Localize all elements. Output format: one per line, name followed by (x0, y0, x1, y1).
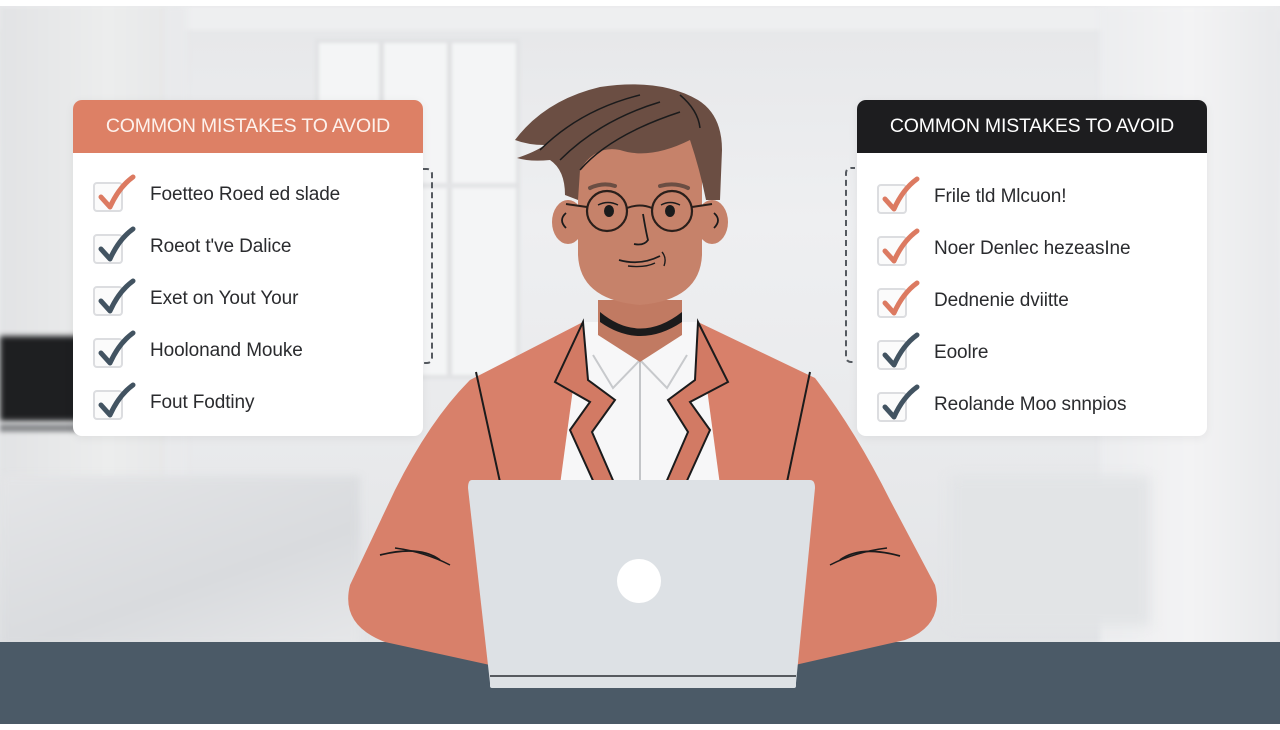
checkbox[interactable] (877, 332, 920, 370)
checklist-item[interactable]: Dednenie dviitte (857, 275, 1207, 327)
checklist-item-label: Dednenie dviitte (934, 290, 1069, 311)
checklist-item-label: Fout Fodtiny (150, 392, 255, 413)
checkmark-icon (882, 384, 920, 420)
checklist-item-label: Exet on Yout Your (150, 288, 299, 309)
checklist-item-label: Roeot t've Dalice (150, 236, 292, 257)
mistakes-card-right: COMMON MISTAKES TO AVOID Frile tld Mlcuo… (857, 100, 1207, 436)
desk (0, 642, 1280, 724)
dashed-bracket-left (423, 168, 433, 364)
checklist-item[interactable]: Reolande Moo snnpios (857, 379, 1207, 431)
background-shelf (0, 336, 80, 421)
background-shelf-edge (0, 424, 80, 432)
checklist-item[interactable]: Roeot t've Dalice (73, 221, 423, 273)
checklist-item-label: Hoolonand Mouke (150, 340, 303, 361)
checklist-item-label: Foetteo Roed ed slade (150, 184, 341, 205)
checkbox[interactable] (93, 382, 136, 420)
checklist-item[interactable]: Eoolre (857, 327, 1207, 379)
background-floor (0, 476, 360, 646)
checkbox[interactable] (877, 228, 920, 266)
checkmark-icon (882, 228, 920, 264)
checklist: Frile tld Mlcuon! Noer Denlec hezeasIne … (857, 153, 1207, 431)
checklist-item[interactable]: Exet on Yout Your (73, 273, 423, 325)
checkbox[interactable] (93, 226, 136, 264)
checklist-item[interactable]: Foetteo Roed ed slade (73, 169, 423, 221)
checkbox[interactable] (877, 384, 920, 422)
checkmark-icon (98, 226, 136, 262)
checkbox[interactable] (93, 174, 136, 212)
checklist: Foetteo Roed ed slade Roeot t've Dalice … (73, 153, 423, 429)
checkmark-icon (882, 176, 920, 212)
checkmark-icon (98, 330, 136, 366)
checkbox[interactable] (93, 330, 136, 368)
mistakes-card-left: COMMON MISTAKES TO AVOID Foetteo Roed ed… (73, 100, 423, 436)
checklist-item[interactable]: Hoolonand Mouke (73, 325, 423, 377)
dashed-bracket-right (845, 167, 855, 363)
checkbox[interactable] (877, 176, 920, 214)
checklist-item[interactable]: Noer Denlec hezeasIne (857, 223, 1207, 275)
checkmark-icon (882, 280, 920, 316)
card-title: COMMON MISTAKES TO AVOID (857, 100, 1207, 153)
checklist-item-label: Frile tld Mlcuon! (934, 186, 1067, 207)
checkmark-icon (98, 382, 136, 418)
checkbox[interactable] (93, 278, 136, 316)
checkmark-icon (98, 174, 136, 210)
background-furniture (950, 476, 1150, 626)
checklist-item-label: Noer Denlec hezeasIne (934, 238, 1131, 259)
checkbox[interactable] (877, 280, 920, 318)
checkmark-icon (882, 332, 920, 368)
checklist-item[interactable]: Frile tld Mlcuon! (857, 171, 1207, 223)
checkmark-icon (98, 278, 136, 314)
checklist-item[interactable]: Fout Fodtiny (73, 377, 423, 429)
checklist-item-label: Eoolre (934, 342, 989, 363)
card-title: COMMON MISTAKES TO AVOID (73, 100, 423, 153)
checklist-item-label: Reolande Moo snnpios (934, 394, 1127, 415)
background-ceiling (0, 6, 1280, 30)
